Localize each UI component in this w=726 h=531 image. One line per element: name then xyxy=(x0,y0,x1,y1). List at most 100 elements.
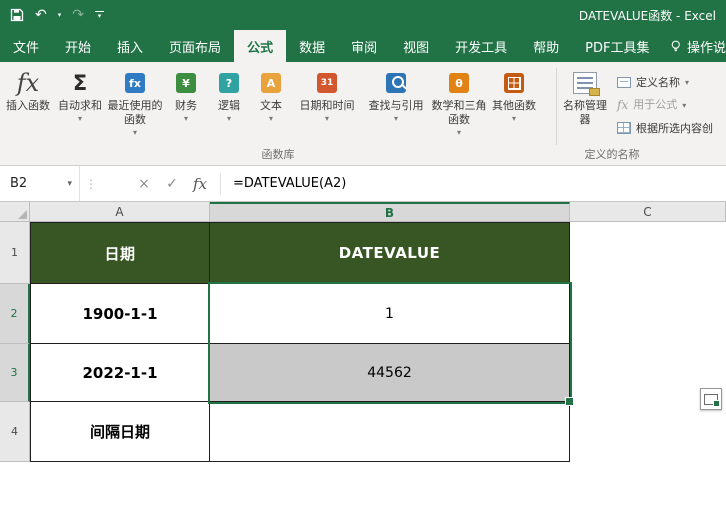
ribbon: fx 插入函数 Σ 自动求和 ▾ fx 最近使用的函数 ▾ ¥ 财务 ▾ ? 逻… xyxy=(0,62,726,166)
tag-icon xyxy=(617,76,631,88)
recent-functions-button[interactable]: fx 最近使用的函数 ▾ xyxy=(106,64,164,150)
tab-view[interactable]: 视图 xyxy=(390,30,442,62)
date-time-button[interactable]: 31 日期和时间 ▾ xyxy=(292,64,362,150)
theta-icon: θ xyxy=(449,73,469,93)
formula-divider xyxy=(220,172,221,195)
cell-a2[interactable]: 1900-1-1 xyxy=(30,284,210,344)
chevron-down-icon: ▾ xyxy=(682,101,687,110)
row-header-4[interactable]: 4 xyxy=(0,402,30,462)
formula-bar-splitter[interactable]: ⋮ xyxy=(80,177,102,191)
chevron-down-icon: ▾ xyxy=(183,113,188,123)
column-header-b[interactable]: B xyxy=(210,202,570,222)
math-trig-button[interactable]: θ 数学和三角函数 ▾ xyxy=(430,64,488,150)
cell-b1[interactable]: DATEVALUE xyxy=(210,222,570,284)
function-library-group: fx 插入函数 Σ 自动求和 ▾ fx 最近使用的函数 ▾ ¥ 财务 ▾ ? 逻… xyxy=(2,64,540,150)
cell-b4[interactable] xyxy=(210,402,570,462)
define-name-button[interactable]: 定义名称 ▾ xyxy=(617,72,689,92)
excel-window: ↶ ▾ ↷ ▾ DATEVALUE函数 - Excel 文件 开始 插入 页面布… xyxy=(0,0,726,531)
lightbulb-icon xyxy=(672,40,681,52)
calendar-icon: 31 xyxy=(317,73,337,93)
undo-button[interactable]: ↶ xyxy=(35,6,47,24)
column-header-a[interactable]: A xyxy=(30,202,210,222)
cell-b2[interactable]: 1 xyxy=(210,284,570,344)
redo-icon: ↷ xyxy=(72,7,84,23)
autofill-options-icon xyxy=(704,393,720,407)
use-in-formula-button[interactable]: fx 用于公式 ▾ xyxy=(617,95,686,115)
chevron-down-icon: ▾ xyxy=(77,113,82,123)
row-header-1[interactable]: 1 xyxy=(0,222,30,284)
tell-me-label: 操作说 xyxy=(686,40,726,56)
chevron-down-icon: ▾ xyxy=(97,11,102,20)
text-button[interactable]: A 文本 ▾ xyxy=(250,64,292,150)
undo-dropdown-button[interactable]: ▾ xyxy=(58,6,62,24)
enter-button[interactable]: ✓ xyxy=(158,176,186,192)
customize-quick-access-button[interactable]: ▾ xyxy=(94,6,104,24)
grid-icon xyxy=(504,73,524,93)
save-button[interactable] xyxy=(10,6,24,24)
group-separator xyxy=(556,68,557,145)
cell-a3[interactable]: 2022-1-1 xyxy=(30,344,210,402)
tab-insert[interactable]: 插入 xyxy=(104,30,156,62)
window-title: DATEVALUE函数 - Excel xyxy=(578,8,716,23)
tab-help[interactable]: 帮助 xyxy=(520,30,572,62)
recent-functions-icon: fx xyxy=(125,73,145,93)
select-all-triangle-icon xyxy=(18,210,27,219)
chevron-down-icon: ▾ xyxy=(456,127,461,137)
financial-icon: ¥ xyxy=(176,73,196,93)
tab-home[interactable]: 开始 xyxy=(52,30,104,62)
group-label-function-library: 函数库 xyxy=(261,148,295,161)
autofill-options-button[interactable] xyxy=(700,388,722,410)
search-icon xyxy=(386,73,406,93)
ribbon-tab-bar: 文件 开始 插入 页面布局 公式 数据 审阅 视图 开发工具 帮助 PDF工具集… xyxy=(0,30,726,62)
cell-a4[interactable]: 间隔日期 xyxy=(30,402,210,462)
tab-review[interactable]: 审阅 xyxy=(338,30,390,62)
more-functions-button[interactable]: 其他函数 ▾ xyxy=(488,64,540,150)
sigma-icon: Σ xyxy=(72,71,88,95)
tab-page-layout[interactable]: 页面布局 xyxy=(156,30,234,62)
create-from-selection-button[interactable]: 根据所选内容创 xyxy=(617,118,713,138)
chevron-down-icon: ▾ xyxy=(393,113,398,123)
chevron-down-icon: ▾ xyxy=(268,113,273,123)
column-header-c[interactable]: C xyxy=(570,202,726,222)
chevron-down-icon: ▾ xyxy=(685,78,690,87)
cell-a1[interactable]: 日期 xyxy=(30,222,210,284)
row-header-2[interactable]: 2 xyxy=(0,284,30,344)
save-icon xyxy=(10,8,24,22)
create-from-selection-icon xyxy=(617,122,631,134)
select-all-button[interactable] xyxy=(0,202,30,222)
insert-function-button[interactable]: fx 插入函数 xyxy=(2,64,54,150)
tab-file[interactable]: 文件 xyxy=(0,30,52,62)
tell-me-button[interactable]: 操作说 xyxy=(662,30,726,62)
fx-small-icon: fx xyxy=(617,98,629,112)
tab-data[interactable]: 数据 xyxy=(286,30,338,62)
tab-pdf-tools[interactable]: PDF工具集 xyxy=(572,30,662,62)
name-manager-button[interactable]: 名称管理器 xyxy=(560,69,610,127)
lookup-reference-button[interactable]: 查找与引用 ▾ xyxy=(362,64,430,150)
chevron-down-icon: ▾ xyxy=(132,127,137,137)
text-icon: A xyxy=(261,73,281,93)
chevron-down-icon: ▾ xyxy=(226,113,231,123)
title-bar: ↶ ▾ ↷ ▾ DATEVALUE函数 - Excel xyxy=(0,0,726,30)
insert-function-fx-button[interactable]: fx xyxy=(186,175,214,193)
cell-b3[interactable]: 44562 xyxy=(210,344,570,402)
row-header-3[interactable]: 3 xyxy=(0,344,30,402)
fill-handle[interactable] xyxy=(565,397,574,406)
redo-button[interactable]: ↷ xyxy=(72,6,84,24)
chevron-down-icon: ▾ xyxy=(67,178,72,189)
name-box[interactable]: B2 ▾ xyxy=(0,166,80,201)
tab-developer[interactable]: 开发工具 xyxy=(442,30,520,62)
logical-button[interactable]: ? 逻辑 ▾ xyxy=(208,64,250,150)
autosum-button[interactable]: Σ 自动求和 ▾ xyxy=(54,64,106,150)
chevron-down-icon: ▾ xyxy=(511,113,516,123)
formula-input[interactable]: =DATEVALUE(A2) xyxy=(233,176,346,191)
fx-icon: fx xyxy=(16,69,40,97)
group-label-defined-names: 定义的名称 xyxy=(584,148,640,161)
chevron-down-icon: ▾ xyxy=(57,10,62,19)
name-box-value: B2 xyxy=(10,176,28,191)
formula-bar: B2 ▾ ⋮ × ✓ fx =DATEVALUE(A2) xyxy=(0,166,726,202)
chevron-down-icon: ▾ xyxy=(324,113,329,123)
financial-button[interactable]: ¥ 财务 ▾ xyxy=(164,64,208,150)
tab-formulas[interactable]: 公式 xyxy=(234,30,287,62)
cancel-button[interactable]: × xyxy=(130,176,158,192)
undo-icon: ↶ xyxy=(35,7,47,23)
